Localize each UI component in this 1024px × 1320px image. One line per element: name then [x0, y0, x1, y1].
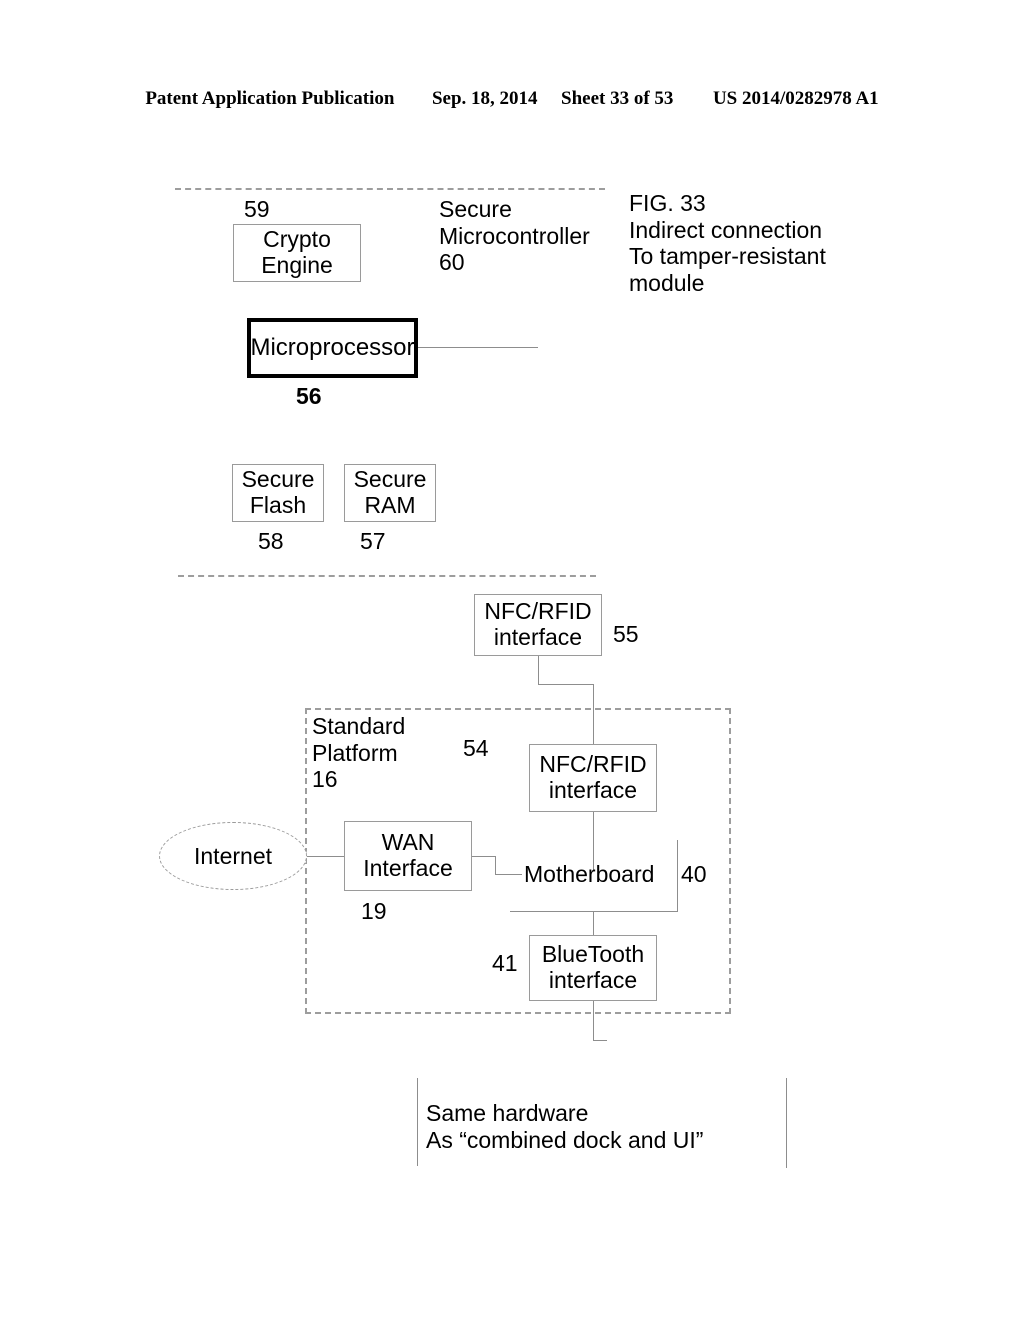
footer-bracket-left — [417, 1078, 418, 1166]
motherboard-bottom-edge — [510, 911, 678, 912]
secure-microcontroller-ref: 60 — [439, 249, 465, 275]
nfc55-jog-line — [538, 684, 594, 685]
motherboard-to-bluetooth-line — [593, 911, 594, 935]
motherboard-right-edge — [677, 840, 678, 911]
crypto-engine-ref: 59 — [244, 196, 270, 222]
footer-note: Same hardware As “combined dock and UI” — [426, 1100, 704, 1153]
secure-flash-ref: 58 — [258, 528, 284, 554]
secure-module-boundary-top — [175, 188, 605, 190]
header-sheet: Sheet 33 of 53 — [561, 88, 674, 109]
internet-to-wan-line — [307, 856, 344, 857]
page-header: Patent Application Publication Sep. 18, … — [0, 88, 1024, 110]
wan-connector-seg-1 — [472, 856, 496, 857]
header-publication: Patent Application Publication — [145, 88, 395, 109]
bluetooth-exit-line — [593, 1001, 594, 1041]
secure-module-boundary-bottom — [178, 575, 596, 577]
microprocessor-lead-line — [418, 347, 538, 348]
internet-node: Internet — [159, 822, 307, 890]
motherboard-ref: 40 — [681, 861, 707, 887]
motherboard-label: Motherboard — [524, 861, 655, 887]
patent-figure-page: Patent Application Publication Sep. 18, … — [0, 0, 1024, 1320]
secure-ram-box: Secure RAM — [344, 464, 436, 522]
wan-interface-box: WAN Interface — [344, 821, 472, 891]
wan-interface-ref: 19 — [361, 898, 387, 924]
standard-platform-title: Standard Platform — [312, 713, 406, 766]
footer-bracket-right — [786, 1078, 787, 1168]
bluetooth-interface-ref: 41 — [492, 950, 518, 976]
wan-connector-seg-2 — [495, 856, 496, 874]
header-date: Sep. 18, 2014 — [431, 88, 538, 109]
standard-platform-ref: 16 — [312, 766, 338, 792]
header-publication-number: US 2014/0282978 A1 — [712, 88, 879, 109]
microprocessor-box: Microprocessor — [247, 318, 418, 378]
bluetooth-exit-jog — [593, 1040, 607, 1041]
secure-microcontroller-title: Secure Microcontroller — [439, 196, 590, 249]
secure-ram-ref: 57 — [360, 528, 386, 554]
bluetooth-interface-box: BlueTooth interface — [529, 935, 657, 1001]
nfc-rfid-interface-outer-ref: 55 — [613, 621, 639, 647]
nfc-rfid-interface-inner-ref: 54 — [463, 735, 489, 761]
nfc-rfid-interface-outer-box: NFC/RFID interface — [474, 594, 602, 656]
figure-caption: FIG. 33 Indirect connection To tamper-re… — [629, 190, 826, 297]
secure-flash-box: Secure Flash — [232, 464, 324, 522]
nfc-rfid-interface-inner-box: NFC/RFID interface — [529, 744, 657, 812]
wan-connector-seg-3 — [495, 874, 522, 875]
nfc55-drop-line — [538, 656, 539, 684]
crypto-engine-box: Crypto Engine — [233, 224, 361, 282]
microprocessor-ref: 56 — [296, 383, 322, 409]
